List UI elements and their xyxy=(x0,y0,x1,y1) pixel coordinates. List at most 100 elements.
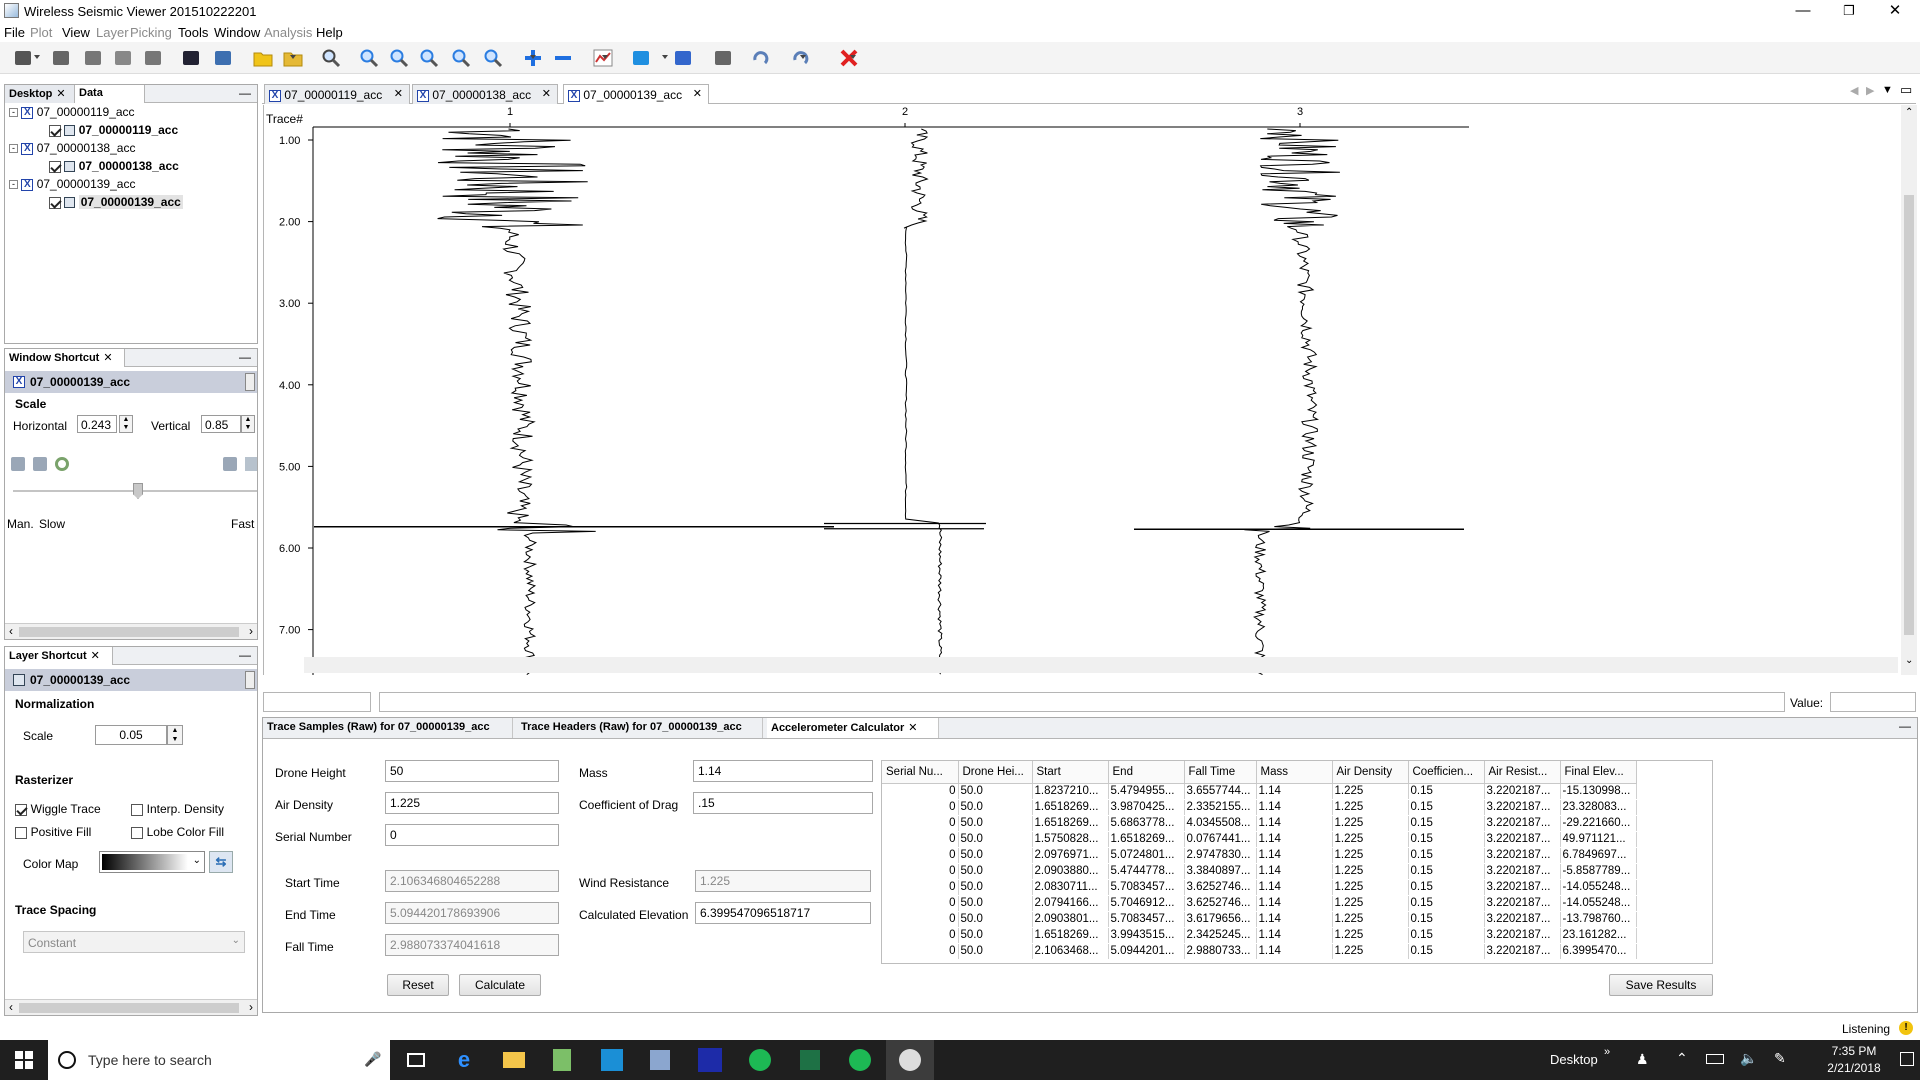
save-icon[interactable] xyxy=(112,47,134,69)
camera-icon[interactable] xyxy=(712,47,734,69)
excel-icon[interactable] xyxy=(786,1040,834,1080)
layer-shortcut-selected[interactable]: 07_00000139_acc xyxy=(5,669,257,691)
seismic-plot[interactable]: Trace# 1.00 2.00 3.00 4.00 5.00 6.00 7.00 1 2 3 ⌃ … xyxy=(263,105,1917,675)
seismic-viewer-task-icon[interactable] xyxy=(886,1040,934,1080)
menu-tools[interactable]: Tools xyxy=(178,25,208,40)
close-red-icon[interactable] xyxy=(838,47,860,69)
edge-icon[interactable]: e xyxy=(440,1040,488,1080)
close-icon[interactable]: ✕ xyxy=(56,88,65,100)
wiggle-trace-checkbox[interactable]: Wiggle Trace xyxy=(15,801,101,816)
maximize-button[interactable]: ❐ xyxy=(1826,0,1872,22)
windows-start-icon[interactable] xyxy=(0,1040,48,1080)
layers-icon[interactable] xyxy=(50,47,72,69)
close-icon[interactable]: ✕ xyxy=(91,650,100,662)
close-icon[interactable]: ✕ xyxy=(394,87,403,100)
colormap-icon[interactable] xyxy=(630,47,652,69)
checkbox-icon[interactable] xyxy=(131,826,143,839)
people-icon[interactable]: ♟ xyxy=(1636,1051,1649,1068)
menu-view[interactable]: View xyxy=(62,25,90,40)
menu-layer[interactable]: Layer xyxy=(96,25,129,40)
horizontal-scale-input[interactable]: 0.243 xyxy=(77,415,117,433)
dropdown-arrow-icon[interactable] xyxy=(290,55,296,59)
tree-item-parent[interactable]: - X 07_00000119_acc xyxy=(9,105,135,119)
zoom-window-icon[interactable] xyxy=(482,47,504,69)
lobe-color-fill-checkbox[interactable]: Lobe Color Fill xyxy=(131,824,224,839)
collapse-icon[interactable]: - xyxy=(9,180,18,190)
undo-icon[interactable] xyxy=(750,47,772,69)
column-header[interactable]: Air Density xyxy=(1332,761,1409,784)
serial-number-input[interactable]: 0 xyxy=(385,824,559,846)
desktop-toolbar-label[interactable]: Desktop xyxy=(1550,1052,1598,1067)
dropdown-handle[interactable] xyxy=(245,671,255,689)
table-row[interactable]: 0 50.0 1.6518269... 3.9870425... 2.3352155..… xyxy=(882,799,1637,816)
interp-density-checkbox[interactable]: Interp. Density xyxy=(131,801,224,816)
tree-item-parent[interactable]: - X 07_00000138_acc xyxy=(9,141,135,155)
drag-coefficient-input[interactable]: .15 xyxy=(693,792,873,814)
tab-layer-shortcut[interactable]: Layer Shortcut ✕ xyxy=(5,647,113,665)
checkbox-icon[interactable] xyxy=(49,196,61,209)
pause-icon[interactable] xyxy=(33,457,47,471)
tab-nav-right-icon[interactable]: ▶ xyxy=(1866,84,1874,97)
plot-horizontal-scrollbar[interactable] xyxy=(304,657,1898,673)
menu-analysis[interactable]: Analysis xyxy=(264,25,312,40)
doc-tab[interactable]: X 07_00000119_acc ✕ xyxy=(264,84,410,104)
close-icon[interactable]: ✕ xyxy=(908,722,917,734)
more-icon[interactable] xyxy=(245,457,257,471)
task-view-icon[interactable] xyxy=(392,1040,440,1080)
refresh-icon[interactable] xyxy=(55,457,69,471)
column-header[interactable]: Fall Time xyxy=(1184,761,1257,784)
menu-file[interactable]: File xyxy=(4,25,25,40)
scroll-up-icon[interactable]: ⌃ xyxy=(1905,107,1913,118)
table-row[interactable]: 0 50.0 2.0976971... 5.0724801... 2.9747830..… xyxy=(882,847,1637,864)
save-all-icon[interactable] xyxy=(142,47,164,69)
clock-time[interactable]: 7:35 PM xyxy=(1820,1044,1888,1058)
color-map-select[interactable]: ⌄ xyxy=(99,851,205,873)
table-row[interactable]: 0 50.0 2.1063468... 5.0944201... 2.9880733..… xyxy=(882,943,1637,960)
lock-icon[interactable] xyxy=(82,47,104,69)
network-app-icon[interactable] xyxy=(636,1040,684,1080)
doc-tab[interactable]: X 07_00000138_acc ✕ xyxy=(412,84,558,104)
vertical-scale-input[interactable]: 0.85 xyxy=(201,415,241,433)
menu-picking[interactable]: Picking xyxy=(130,25,172,40)
zoom-in-icon[interactable] xyxy=(358,47,380,69)
scrollbar-thumb[interactable] xyxy=(19,627,239,637)
tree-item-child[interactable]: 07_00000119_acc xyxy=(49,123,178,137)
list-icon[interactable] xyxy=(223,457,237,471)
tab-list-icon[interactable]: ▼ xyxy=(1882,84,1893,96)
menu-window[interactable]: Window xyxy=(214,25,260,40)
minimize-icon[interactable]: — xyxy=(1899,719,1911,733)
save-results-button[interactable]: Save Results xyxy=(1609,974,1713,996)
toolbar-expand-icon[interactable]: » xyxy=(1604,1046,1610,1058)
tree-item-parent[interactable]: - X 07_00000139_acc xyxy=(9,177,135,191)
monitor-app-icon[interactable] xyxy=(588,1040,636,1080)
menu-help[interactable]: Help xyxy=(316,25,343,40)
column-header[interactable]: Final Elev... xyxy=(1560,761,1637,784)
dropdown-arrow-icon[interactable] xyxy=(602,55,608,59)
scroll-right-icon[interactable]: › xyxy=(249,1000,253,1014)
tab-desktop[interactable]: Desktop ✕ xyxy=(5,85,75,103)
dropdown-handle[interactable] xyxy=(245,373,255,391)
horizontal-scrollbar[interactable]: ‹ › xyxy=(5,623,257,639)
tab-nav-left-icon[interactable]: ◀ xyxy=(1850,84,1858,97)
table-row[interactable]: 0 50.0 1.8237210... 5.4794955... 3.6557744..… xyxy=(882,783,1637,800)
flash-icon[interactable] xyxy=(686,1040,734,1080)
tree-item-child[interactable]: 07_00000139_acc xyxy=(49,195,183,209)
close-icon[interactable]: ✕ xyxy=(542,87,551,100)
table-row[interactable]: 0 50.0 2.0903880... 5.4744778... 3.3840897..… xyxy=(882,863,1637,880)
dropdown-arrow-icon[interactable] xyxy=(34,55,40,59)
maximize-view-icon[interactable]: ▭ xyxy=(1900,82,1912,98)
dropdown-arrow-icon[interactable] xyxy=(662,55,668,59)
file-explorer-icon[interactable] xyxy=(490,1040,538,1080)
scroll-left-icon[interactable]: ‹ xyxy=(9,1000,13,1014)
close-icon[interactable]: ✕ xyxy=(693,87,702,100)
normalization-scale-input[interactable]: 0.05 xyxy=(95,725,167,745)
dropdown-arrow-icon[interactable] xyxy=(530,55,536,59)
tab-data[interactable]: Data xyxy=(75,85,145,103)
spotify-icon[interactable] xyxy=(736,1040,784,1080)
trace-spacing-select[interactable]: Constant ⌄ xyxy=(23,931,245,953)
zoom-out-icon[interactable] xyxy=(388,47,410,69)
mass-input[interactable]: 1.14 xyxy=(693,760,873,782)
scrollbar-thumb[interactable] xyxy=(19,1003,239,1013)
zoom-reset-icon[interactable] xyxy=(450,47,472,69)
checkbox-icon[interactable] xyxy=(49,124,61,137)
